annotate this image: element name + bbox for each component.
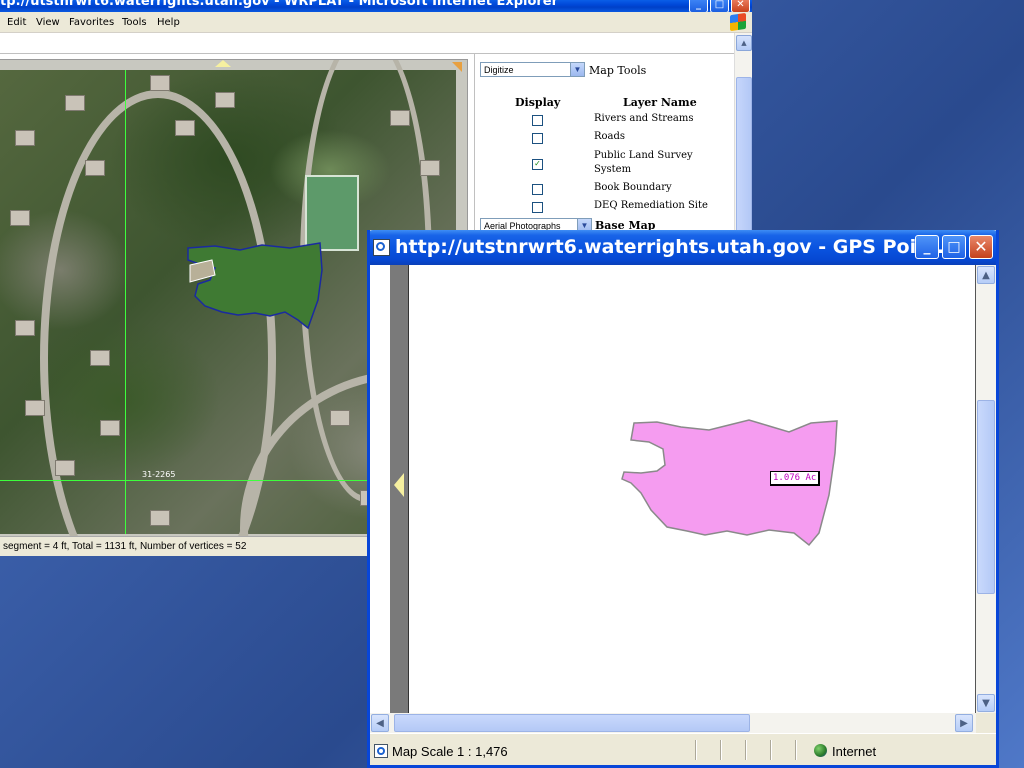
gps-popup-window: http://utstnrwrt6.waterrights.utah.gov -…	[367, 230, 999, 768]
popup-status-bar: Map Scale 1 : 1,476 Internet	[370, 733, 996, 765]
layer-name: Public Land Survey System	[594, 150, 693, 175]
status-divider	[720, 740, 722, 760]
maximize-button[interactable]: □	[710, 0, 729, 12]
layer-name-column-header: Layer Name	[623, 96, 697, 109]
layer-checkbox-deq[interactable]	[532, 202, 543, 213]
status-divider	[795, 740, 797, 760]
layer-name: Roads	[594, 131, 626, 142]
menu-view[interactable]: View	[36, 17, 60, 28]
scroll-up-icon[interactable]: ▲	[736, 35, 752, 51]
layer-name: Rivers and Streams	[594, 113, 694, 124]
popup-titlebar[interactable]: http://utstnrwrt6.waterrights.utah.gov -…	[370, 230, 996, 265]
main-window-titlebar[interactable]: tp://utstnrwrt6.waterrights.utah.gov - W…	[0, 0, 752, 12]
popup-vertical-scrollbar[interactable]: ▲ ▼	[976, 265, 996, 713]
chevron-down-icon: ▼	[570, 63, 584, 76]
status-divider	[695, 740, 697, 760]
parcel-polygon[interactable]	[187, 242, 323, 330]
security-zone-text: Internet	[832, 744, 877, 759]
menu-tools[interactable]: Tools	[122, 17, 147, 28]
pan-north-arrow-icon[interactable]	[215, 60, 231, 67]
status-divider	[745, 740, 747, 760]
menu-favorites[interactable]: Favorites	[69, 17, 114, 28]
minimize-button[interactable]: _	[689, 0, 708, 12]
close-button[interactable]: ✕	[731, 0, 750, 12]
page-status-icon	[374, 744, 388, 758]
gps-map-area[interactable]: 1.076 Ac	[409, 265, 976, 713]
internet-zone-icon	[814, 744, 827, 757]
menu-help[interactable]: Help	[157, 17, 180, 28]
menu-bar: Edit View Favorites Tools Help	[0, 12, 752, 33]
area-label: 1.076 Ac	[770, 471, 821, 486]
display-column-header: Display	[515, 96, 561, 109]
menu-edit[interactable]: Edit	[7, 17, 26, 28]
windows-logo-icon	[730, 12, 746, 32]
layer-name: DEQ Remediation Site	[594, 200, 708, 211]
pan-west-arrow-icon[interactable]	[394, 473, 404, 497]
scroll-thumb[interactable]	[977, 400, 995, 594]
map-tools-label: Map Tools	[589, 64, 647, 77]
popup-title: http://utstnrwrt6.waterrights.utah.gov -…	[395, 236, 952, 258]
scroll-up-icon[interactable]: ▲	[977, 266, 995, 284]
gps-parcel-drawing	[621, 419, 838, 547]
popup-content: 1.076 Ac ▲ ▼	[370, 265, 996, 713]
map-scale-text: Map Scale 1 : 1,476	[392, 744, 508, 759]
scroll-down-icon[interactable]: ▼	[977, 694, 995, 712]
section-label: 31-2265	[142, 470, 176, 479]
popup-maximize-button[interactable]: □	[942, 235, 966, 259]
layers-panel: Digitize ▼ Map Tools Display Layer Name …	[474, 54, 727, 233]
popup-minimize-button[interactable]: _	[915, 235, 939, 259]
main-window-title: tp://utstnrwrt6.waterrights.utah.gov - W…	[0, 0, 559, 9]
layer-name: Book Boundary	[594, 182, 672, 193]
plss-grid-line	[125, 70, 126, 534]
scroll-thumb[interactable]	[394, 714, 750, 732]
ie-page-icon	[373, 239, 390, 256]
status-divider	[770, 740, 772, 760]
scroll-left-icon[interactable]: ◀	[371, 714, 389, 732]
scroll-corner	[976, 713, 996, 733]
scroll-right-icon[interactable]: ▶	[955, 714, 973, 732]
pan-northeast-arrow-icon[interactable]	[452, 62, 462, 72]
map-tools-select-value: Digitize	[484, 65, 514, 75]
pan-strip	[370, 265, 409, 713]
map-tools-select[interactable]: Digitize ▼	[480, 62, 585, 77]
layer-checkbox-plss[interactable]: ✓	[532, 159, 543, 170]
popup-horizontal-scrollbar[interactable]: ◀ ▶	[370, 713, 976, 733]
layer-checkbox-book-boundary[interactable]	[532, 184, 543, 195]
layer-checkbox-rivers[interactable]	[532, 115, 543, 126]
popup-close-button[interactable]: ✕	[969, 235, 993, 259]
toolbar-strip	[0, 33, 735, 54]
layer-checkbox-roads[interactable]	[532, 133, 543, 144]
